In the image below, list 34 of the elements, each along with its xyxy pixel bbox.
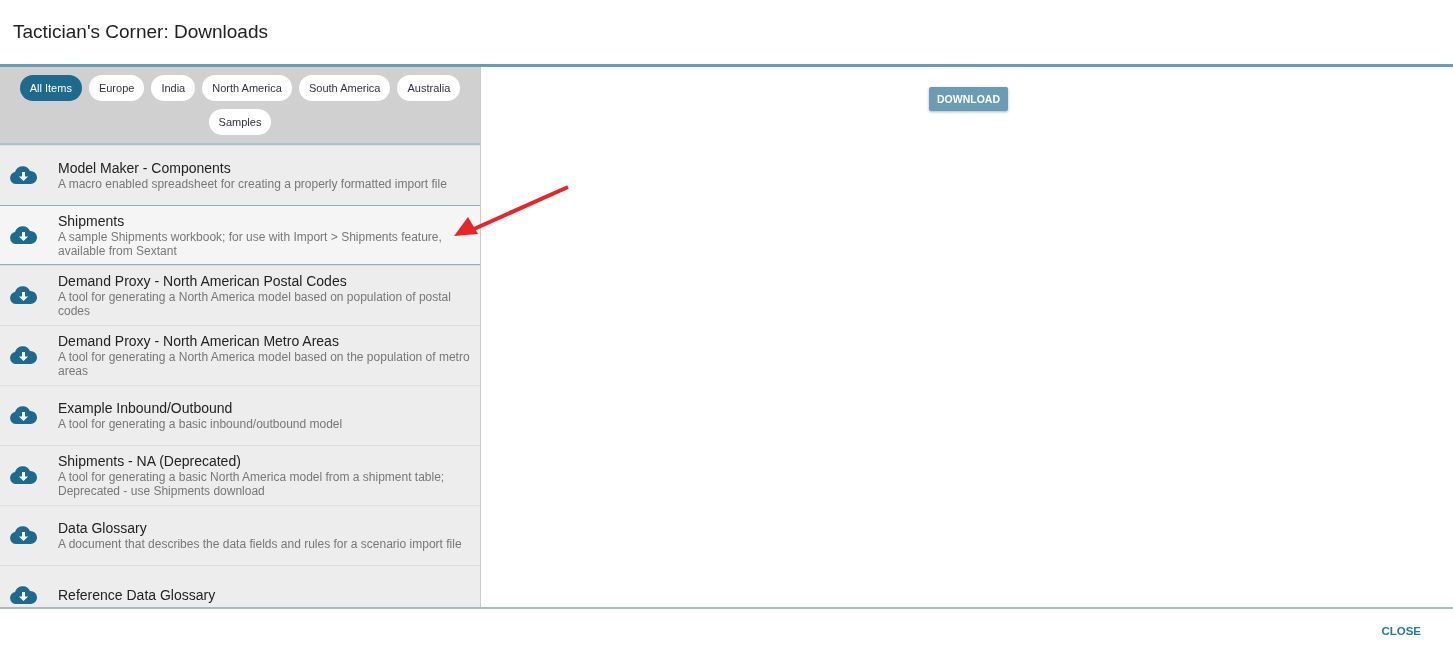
cloud-download-icon: [10, 286, 37, 304]
cloud-download-icon: [10, 586, 37, 604]
item-description: A tool for generating a North America model based on the population of metro areas: [58, 349, 470, 378]
filter-chip[interactable]: Samples: [208, 109, 272, 135]
item-title: Demand Proxy - North American Postal Codes: [58, 272, 348, 290]
item-description: A tool for generating a basic inbound/outbound model: [58, 416, 343, 431]
filter-chip[interactable]: Europe: [88, 75, 145, 101]
cloud-download-icon: [10, 466, 37, 484]
item-title: Data Glossary: [58, 519, 148, 537]
filter-chip[interactable]: All Items: [19, 75, 82, 101]
item-title: Model Maker - Components: [58, 159, 232, 177]
item-title: Reference Data Glossary: [58, 586, 216, 604]
item-description: A macro enabled spreadsheet for creating a properly formatted import file: [58, 176, 447, 191]
item-title: Shipments: [58, 212, 126, 230]
item-description: A sample Shipments workbook; for use with Import > Shipments feature, available from Sextant: [58, 229, 443, 258]
cloud-download-icon: [10, 166, 37, 184]
download-item[interactable]: Reference Data Glossary: [0, 565, 480, 607]
filter-chip[interactable]: India: [151, 75, 196, 101]
filter-chip[interactable]: South America: [298, 75, 391, 101]
item-title: Shipments - NA (Deprecated): [58, 452, 242, 470]
item-title: Example Inbound/Outbound: [58, 399, 234, 417]
filter-chip[interactable]: North America: [202, 75, 292, 101]
dialog-title: Tactician's Corner: Downloads: [13, 21, 268, 43]
filter-chip[interactable]: Australia: [397, 75, 461, 101]
cloud-download-icon: [10, 526, 37, 544]
cloud-download-icon: [10, 226, 37, 244]
cloud-download-icon: [10, 406, 37, 424]
download-item[interactable]: Shipments A sample Shipments workbook; for use with Import > Shipments feature, available from Sextant: [0, 205, 480, 265]
cloud-download-icon: [10, 346, 37, 364]
item-title: Demand Proxy - North American Metro Areas: [58, 332, 340, 350]
item-description: A document that describes the data fields and rules for a scenario import file: [58, 536, 462, 551]
item-description: A tool for generating a basic North America model from a shipment table; Deprecated - use Shipments download: [58, 469, 446, 498]
close-button[interactable]: CLOSE: [1375, 623, 1427, 638]
item-description: A tool for generating a North America model based on population of postal codes: [58, 289, 452, 318]
